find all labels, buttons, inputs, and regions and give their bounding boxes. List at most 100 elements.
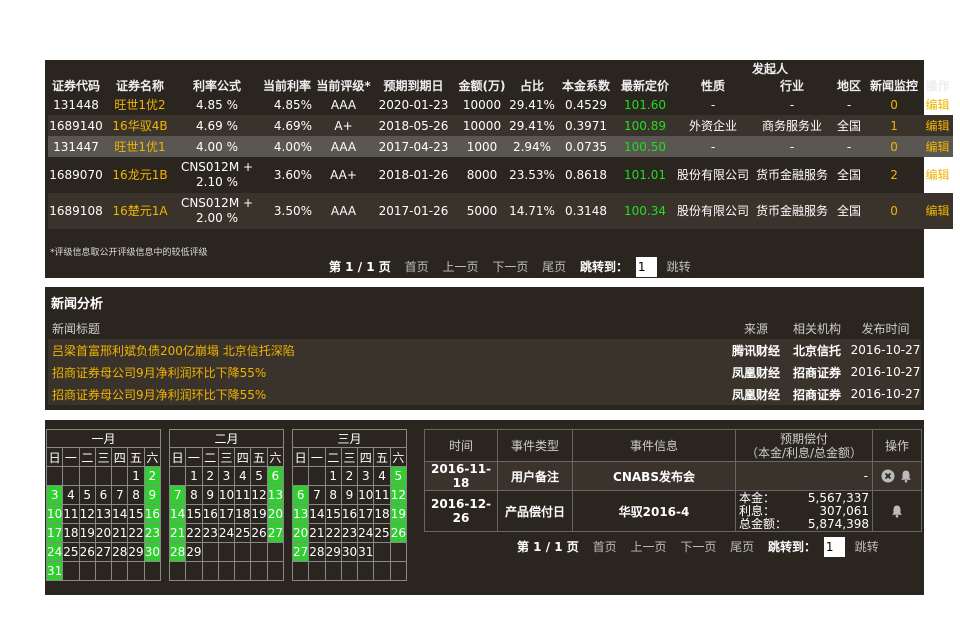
calendar-day[interactable]: 13: [94, 504, 113, 524]
security-row[interactable]: 131448 旺世1优2 4.85 % 4.85% AAA 2020-01-23 10000…: [48, 94, 953, 115]
calendar-day[interactable]: 25: [234, 523, 252, 543]
first-page-link[interactable]: 首页: [405, 260, 429, 274]
calendar-day[interactable]: 12: [389, 485, 408, 505]
jump-button[interactable]: 跳转: [855, 540, 879, 554]
bell-icon[interactable]: [890, 504, 904, 518]
calendar-day[interactable]: 10: [357, 485, 375, 505]
calendar-day[interactable]: 23: [201, 523, 219, 543]
calendar-day[interactable]: 19: [78, 523, 96, 543]
calendar-day[interactable]: 23: [143, 523, 162, 543]
calendar-day[interactable]: 15: [324, 504, 342, 524]
calendar-day[interactable]: 5: [389, 466, 408, 486]
calendar-day[interactable]: 6: [94, 485, 113, 505]
security-name[interactable]: 旺世1优1: [104, 136, 176, 157]
calendar-day[interactable]: 13: [266, 485, 285, 505]
security-name[interactable]: 16楚元1A: [104, 193, 176, 229]
calendar-day[interactable]: 8: [185, 485, 203, 505]
calendar-day[interactable]: 25: [373, 523, 391, 543]
news-title-link[interactable]: 招商证券母公司9月净利润环比下降55%: [48, 361, 728, 383]
calendar-day[interactable]: 9: [340, 485, 359, 505]
calendar-day[interactable]: 10: [45, 504, 64, 524]
page-number-input[interactable]: 1: [635, 257, 657, 277]
calendar-day[interactable]: 17: [217, 504, 236, 524]
calendar-day[interactable]: 24: [217, 523, 236, 543]
calendar-day[interactable]: 18: [234, 504, 252, 524]
calendar-day[interactable]: 12: [78, 504, 96, 524]
calendar-day[interactable]: 22: [324, 523, 342, 543]
calendar-day[interactable]: 15: [185, 504, 203, 524]
calendar-day[interactable]: 27: [291, 542, 310, 562]
calendar-day[interactable]: 13: [291, 504, 310, 524]
prev-page-link[interactable]: 上一页: [442, 260, 478, 274]
calendar-day[interactable]: 27: [266, 523, 285, 543]
calendar-day[interactable]: 26: [389, 523, 408, 543]
first-page-link[interactable]: 首页: [593, 540, 617, 554]
calendar-day[interactable]: 12: [250, 485, 268, 505]
calendar-day[interactable]: 26: [250, 523, 268, 543]
security-row[interactable]: 131447 旺世1优1 4.00 % 4.00% AAA 2017-04-23 1000 2…: [48, 136, 954, 157]
calendar-day[interactable]: 18: [62, 523, 80, 543]
calendar-day[interactable]: 23: [340, 523, 359, 543]
calendar-day[interactable]: 9: [143, 485, 162, 505]
calendar-day[interactable]: 1: [127, 466, 145, 486]
last-page-link[interactable]: 尾页: [542, 260, 566, 274]
edit-link[interactable]: 编辑: [922, 157, 953, 193]
calendar-day[interactable]: 25: [62, 542, 80, 562]
edit-link[interactable]: 编辑: [922, 115, 954, 136]
calendar-day[interactable]: 3: [357, 466, 375, 486]
calendar-day[interactable]: 26: [78, 542, 96, 562]
security-name[interactable]: 16华驭4B: [104, 115, 176, 136]
calendar-day[interactable]: 1: [324, 466, 342, 486]
calendar-day[interactable]: 2: [340, 466, 359, 486]
calendar-day[interactable]: 15: [127, 504, 145, 524]
calendar-day[interactable]: 7: [111, 485, 129, 505]
calendar-day[interactable]: 20: [266, 504, 285, 524]
prev-page-link[interactable]: 上一页: [630, 540, 666, 554]
calendar-day[interactable]: 1: [185, 466, 203, 486]
calendar-day[interactable]: 17: [45, 523, 64, 543]
calendar-day[interactable]: 14: [111, 504, 129, 524]
page-number-input[interactable]: 1: [823, 537, 845, 557]
calendar-day[interactable]: 19: [389, 504, 408, 524]
calendar-day[interactable]: 27: [94, 542, 113, 562]
calendar-day[interactable]: 14: [308, 504, 326, 524]
calendar-day[interactable]: 16: [143, 504, 162, 524]
calendar-day[interactable]: 22: [127, 523, 145, 543]
calendar-day[interactable]: 14: [168, 504, 187, 524]
bell-icon[interactable]: [899, 469, 913, 483]
news-row[interactable]: 招商证券母公司9月净利润环比下降55% 凤凰财经 招商证券 2016-10-27: [48, 383, 921, 405]
calendar-day[interactable]: 5: [78, 485, 96, 505]
calendar-day[interactable]: 21: [111, 523, 129, 543]
calendar-day[interactable]: 21: [168, 523, 187, 543]
calendar-day[interactable]: 2: [201, 466, 219, 486]
calendar-day[interactable]: 9: [201, 485, 219, 505]
calendar-day[interactable]: 7: [308, 485, 326, 505]
calendar-day[interactable]: 24: [45, 542, 64, 562]
calendar-day[interactable]: 28: [308, 542, 326, 562]
calendar-day[interactable]: 11: [62, 504, 80, 524]
calendar-day[interactable]: 31: [357, 542, 375, 562]
security-name[interactable]: 16龙元1B: [104, 157, 176, 193]
calendar-day[interactable]: 29: [127, 542, 145, 562]
calendar-day[interactable]: 28: [111, 542, 129, 562]
calendar-day[interactable]: 20: [291, 523, 310, 543]
calendar-day[interactable]: 4: [373, 466, 391, 486]
calendar-day[interactable]: 6: [266, 466, 285, 486]
edit-link[interactable]: 编辑: [922, 94, 953, 115]
security-row[interactable]: 1689070 16龙元1B CNS012M +2.10 % 3.60% AA+ 2018…: [48, 157, 953, 193]
calendar-day[interactable]: 17: [357, 504, 375, 524]
security-row[interactable]: 1689108 16楚元1A CNS012M +2.00 % 3.50% AAA 2017…: [48, 193, 954, 229]
calendar-day[interactable]: 16: [340, 504, 359, 524]
next-page-link[interactable]: 下一页: [492, 260, 528, 274]
news-row[interactable]: 吕梁首富邢利斌负债200亿崩塌 北京信托深陷 腾讯财经 北京信托 2016-10-27: [48, 339, 921, 361]
calendar-day[interactable]: 20: [94, 523, 113, 543]
edit-link[interactable]: 编辑: [922, 136, 954, 157]
edit-link[interactable]: 编辑: [922, 193, 954, 229]
calendar-day[interactable]: 4: [62, 485, 80, 505]
calendar-day[interactable]: 18: [373, 504, 391, 524]
jump-button[interactable]: 跳转: [667, 260, 691, 274]
calendar-day[interactable]: 10: [217, 485, 236, 505]
calendar-day[interactable]: 31: [45, 561, 64, 581]
calendar-day[interactable]: 7: [168, 485, 187, 505]
calendar-day[interactable]: 19: [250, 504, 268, 524]
